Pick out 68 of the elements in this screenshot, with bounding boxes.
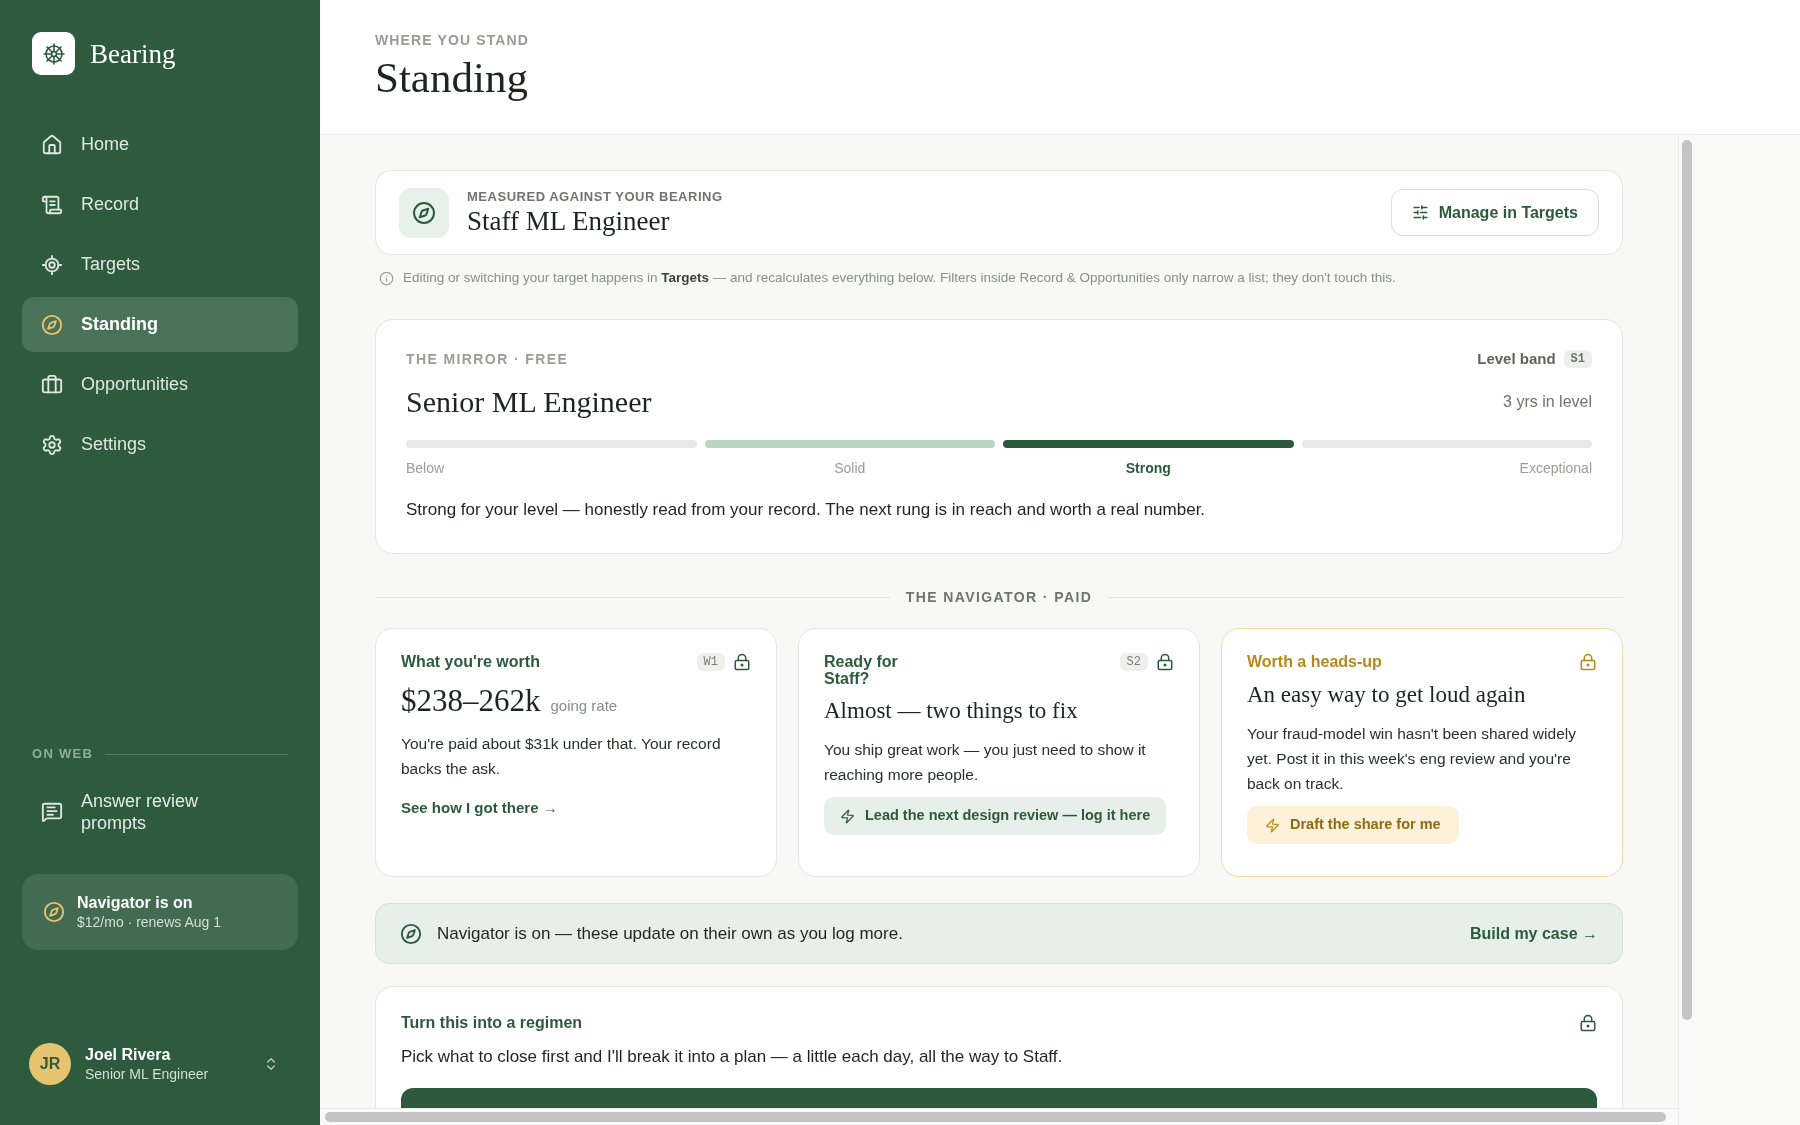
compass-icon bbox=[43, 901, 65, 923]
settings-icon bbox=[41, 433, 63, 456]
card-heading: Almost — two things to fix bbox=[824, 697, 1079, 725]
page-title: Standing bbox=[375, 53, 528, 103]
brand-name: Bearing bbox=[90, 37, 176, 70]
level-summary: Strong for your level — honestly read from your record. The next rung is in reach and worth a real number. bbox=[406, 499, 1207, 521]
nav-item[interactable]: Standing bbox=[22, 297, 298, 352]
action-button[interactable]: Draft the share for me bbox=[1247, 806, 1459, 844]
nav-item[interactable]: Settings bbox=[22, 417, 298, 472]
target-label: MEASURED AGAINST YOUR BEARING bbox=[467, 188, 723, 205]
sliders-icon bbox=[1411, 204, 1429, 221]
card-title: Turn this into a regimen bbox=[401, 1013, 583, 1033]
nav-item[interactable]: Record bbox=[22, 177, 298, 232]
code-badge: W1 bbox=[696, 653, 725, 671]
action-button[interactable]: Lead the next design review — log it here bbox=[824, 797, 1167, 835]
compass-icon bbox=[400, 922, 422, 945]
briefcase-icon bbox=[41, 373, 63, 396]
section-label: ON WEB bbox=[32, 746, 94, 762]
user-avatar: JR bbox=[29, 1043, 71, 1085]
plan-card[interactable]: Navigator is on $12/mo · renews Aug 1 bbox=[22, 874, 298, 950]
details-link[interactable]: See how I got there → bbox=[401, 797, 558, 820]
salary-range: $238–262k bbox=[401, 683, 541, 719]
level-title: Senior ML Engineer bbox=[406, 384, 652, 420]
card-body: You're paid about $31k under that. Your record backs the ask. bbox=[401, 734, 722, 779]
card-title: What you're worth bbox=[401, 653, 540, 670]
scrollbar-thumb[interactable] bbox=[1681, 140, 1692, 1020]
build-case-link[interactable]: Build my case → bbox=[1469, 921, 1598, 946]
code-badge: S2 bbox=[1119, 653, 1148, 671]
card-title: Worth a heads-up bbox=[1247, 653, 1382, 670]
segment-label: Strong bbox=[1125, 460, 1171, 476]
level-band-label: Level band bbox=[1477, 348, 1556, 369]
amount-note: going rate bbox=[550, 696, 618, 716]
nav-item[interactable]: Targets bbox=[22, 237, 298, 292]
section-label: THE NAVIGATOR · PAID bbox=[905, 589, 1093, 605]
card-body: Pick what to close first and I'll break it into a plan — a little each day, all the way to Staff. bbox=[401, 1046, 1064, 1068]
segment-label: Solid bbox=[834, 460, 866, 476]
nav-item[interactable]: Opportunities bbox=[22, 357, 298, 412]
info-icon bbox=[379, 270, 394, 286]
nav-item[interactable]: Home bbox=[22, 117, 298, 172]
manage-targets-button[interactable]: Manage in Targets bbox=[1390, 189, 1599, 236]
section-label: THE MIRROR · FREE bbox=[406, 351, 569, 367]
home-icon bbox=[41, 133, 63, 156]
crosshair-icon bbox=[41, 253, 63, 276]
document-icon bbox=[41, 193, 63, 216]
plan-title: Navigator is on bbox=[77, 893, 193, 913]
page-eyebrow: WHERE YOU STAND bbox=[375, 32, 529, 48]
tenure-text: 3 yrs in level bbox=[1503, 392, 1592, 412]
user-name: Joel Rivera bbox=[85, 1045, 171, 1065]
level-badge: S1 bbox=[1563, 350, 1592, 368]
notice-text: Editing or switching your target happens in Targets — and recalculates everything below. Filters inside Record & Opportunities only narrow a list; they don't touch this. bbox=[403, 269, 1396, 287]
scrollbar-thumb[interactable] bbox=[325, 1112, 1666, 1122]
card-heading: An easy way to get loud again bbox=[1247, 681, 1527, 709]
nav-link[interactable]: Answer review prompts bbox=[22, 790, 298, 834]
plan-detail: $12/mo · renews Aug 1 bbox=[77, 913, 221, 931]
card-body: Your fraud-model win hasn't been shared widely yet. Post it in this week's eng review and you're back on track. bbox=[1247, 724, 1577, 794]
user-role: Senior ML Engineer bbox=[85, 1065, 209, 1083]
bolt-icon bbox=[840, 808, 855, 824]
banner-text: Navigator is on — these update on their own as you log more. bbox=[437, 922, 903, 945]
segment-label: Below bbox=[406, 460, 445, 476]
ship-wheel-icon bbox=[32, 32, 75, 75]
message-icon bbox=[41, 801, 63, 823]
bolt-icon bbox=[1265, 817, 1280, 833]
target-title: Staff ML Engineer bbox=[467, 204, 670, 237]
segment-label: Exceptional bbox=[1519, 460, 1592, 476]
compass-icon bbox=[41, 313, 63, 336]
card-body: You ship great work — you just need to show it reaching more people. bbox=[824, 740, 1147, 785]
compass-icon bbox=[399, 187, 449, 238]
card-title: Ready for Staff? bbox=[824, 653, 898, 687]
